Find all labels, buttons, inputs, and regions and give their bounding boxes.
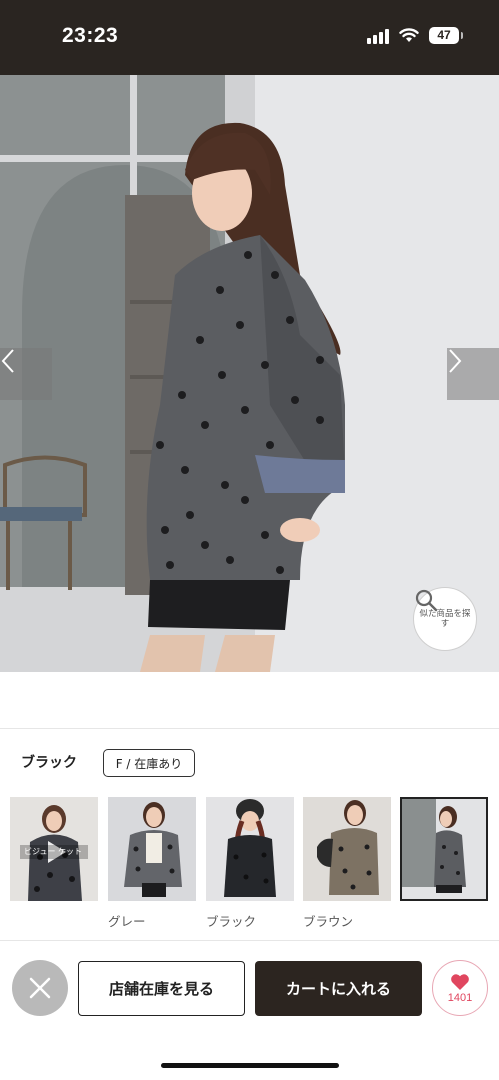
size-stock-badge[interactable]: F / 在庫あり xyxy=(103,749,195,777)
thumbnail-image xyxy=(206,797,294,901)
chevron-right-icon xyxy=(449,349,462,373)
selected-color-name: ブラック xyxy=(21,755,77,771)
thumbnail-video[interactable]: ビジュー ケット xyxy=(10,797,98,901)
next-image-button[interactable] xyxy=(447,348,499,400)
thumbnail-image xyxy=(400,797,488,901)
thumbnail-image xyxy=(108,797,196,901)
thumbnail-grey[interactable] xyxy=(108,797,196,901)
divider xyxy=(0,728,499,729)
signal-icon xyxy=(367,28,389,44)
thumbnail-selected[interactable] xyxy=(400,797,488,901)
thumbnail-brown[interactable] xyxy=(303,797,391,901)
add-to-cart-button[interactable]: カートに入れる xyxy=(255,961,422,1016)
product-photo-illustration xyxy=(0,75,499,672)
prev-image-button[interactable] xyxy=(0,348,52,400)
divider xyxy=(0,940,499,941)
home-indicator[interactable] xyxy=(161,1063,339,1068)
heart-icon xyxy=(451,973,469,990)
color-thumbnail-list: ビジュー ケット グレー ブラック ブラウン xyxy=(10,797,499,937)
chevron-left-icon xyxy=(1,349,14,373)
thumbnail-label-black: ブラック xyxy=(206,914,257,929)
thumbnail-image xyxy=(303,797,391,901)
search-icon xyxy=(415,589,438,612)
thumbnail-black[interactable] xyxy=(206,797,294,901)
status-icons: 47 xyxy=(367,27,463,44)
favorite-count: 1401 xyxy=(447,991,473,1004)
battery-icon: 47 xyxy=(429,27,463,44)
favorite-button[interactable]: 1401 xyxy=(432,960,488,1016)
find-similar-button[interactable]: 似た商品を探す xyxy=(413,587,477,651)
close-button[interactable] xyxy=(12,960,68,1016)
close-icon xyxy=(29,977,51,999)
thumbnail-label-brown: ブラウン xyxy=(303,914,354,929)
status-time: 23:23 xyxy=(62,24,119,47)
find-similar-label: 似た商品を探す xyxy=(419,609,471,629)
thumbnail-label-grey: グレー xyxy=(108,914,146,929)
wifi-icon xyxy=(399,28,419,42)
store-stock-button[interactable]: 店舗在庫を見る xyxy=(78,961,245,1016)
thumbnail-overlay-text: ビジュー ケット xyxy=(24,847,82,856)
product-main-image[interactable]: 似た商品を探す xyxy=(0,75,499,672)
status-bar: 23:23 47 xyxy=(0,0,499,75)
